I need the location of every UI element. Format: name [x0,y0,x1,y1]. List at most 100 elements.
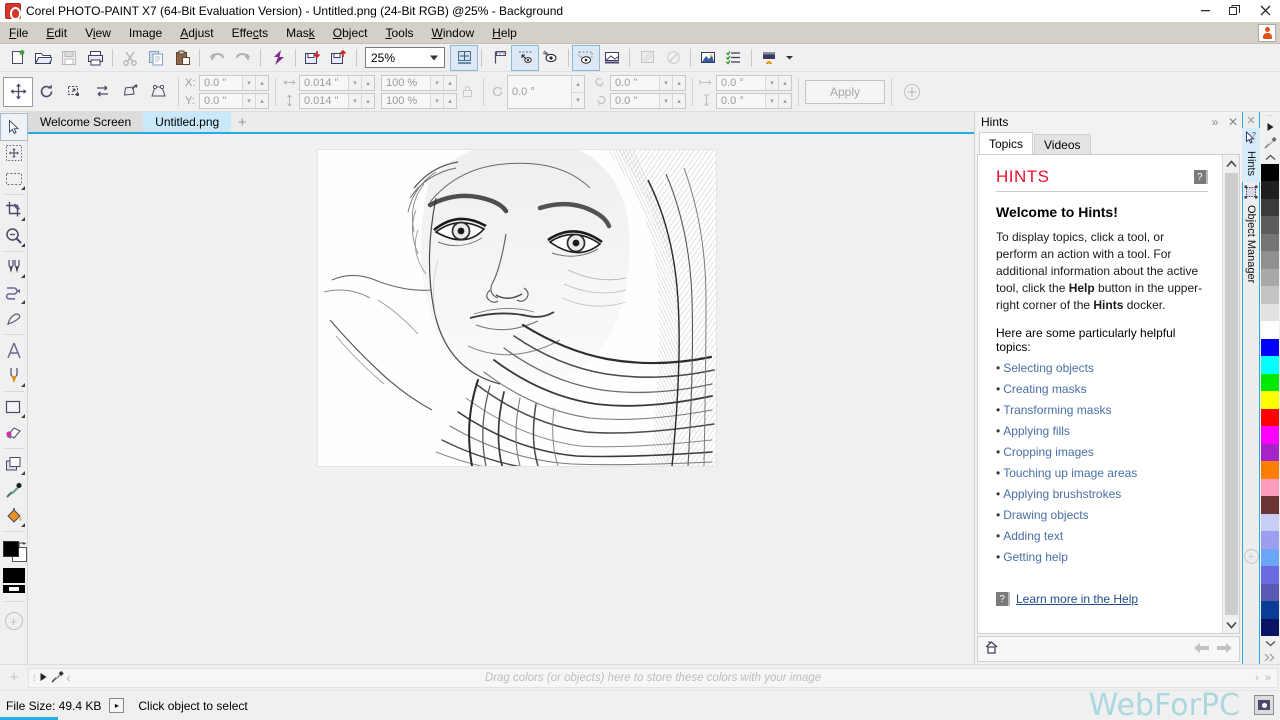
menu-view[interactable]: View [76,23,120,43]
scale-vertical-spinner[interactable]: ▾ ▴ [430,93,456,108]
canvas-area[interactable] [28,134,974,664]
swatch[interactable] [1261,408,1279,427]
paint-tool[interactable] [1,363,27,389]
swap-colors-icon[interactable] [18,539,26,547]
transparency-flyout-arrow[interactable] [20,471,25,475]
rectangle-mask-tool[interactable] [1,166,27,192]
swatch[interactable] [1261,216,1279,234]
scale-horizontal-spinner[interactable]: ▾ ▴ [430,75,456,90]
swatch[interactable] [1261,233,1279,252]
topic-drawing-objects[interactable]: • Drawing objects [996,508,1208,522]
foreground-background-color-well[interactable] [1,539,27,565]
scrollbar-thumb[interactable] [1224,173,1238,615]
add-docker-button[interactable]: + [1243,549,1259,564]
image-adjustment-lab-button[interactable] [695,46,721,70]
topic-link[interactable]: Cropping images [1003,445,1094,459]
topic-getting-help[interactable]: • Getting help [996,550,1208,564]
topic-creating-masks[interactable]: • Creating masks [996,382,1208,396]
learn-more-link[interactable]: Learn more in the Help [1016,592,1138,606]
perspective-mode-button[interactable] [144,78,172,106]
swatch[interactable] [1261,164,1279,182]
position-y-input[interactable]: 0.0 " ▾ ▴ [199,92,269,109]
swatch[interactable] [1261,268,1279,287]
position-x-spinner[interactable]: ▾ ▴ [242,75,268,90]
paint-flyout-arrow[interactable] [20,383,25,387]
export-button[interactable] [326,46,352,70]
document-tab-untitled-png[interactable]: Untitled.png [143,112,232,132]
crop-flyout-arrow[interactable] [20,217,25,221]
swatch[interactable] [1261,513,1279,532]
add-tool-button[interactable]: + [4,612,23,630]
menu-adjust[interactable]: Adjust [171,23,222,43]
save-document-button[interactable] [56,46,82,70]
topic-cropping-images[interactable]: • Cropping images [996,445,1208,459]
topic-link[interactable]: Selecting objects [1003,361,1094,375]
crop-tool[interactable] [1,197,27,223]
image-palette-well[interactable]: ⁞ ‹ Drag colors (or objects) here to sto… [28,667,1278,688]
redo-button[interactable] [230,46,256,70]
color-proof-monitor-icon[interactable] [1254,695,1274,715]
swatch[interactable] [1261,583,1279,602]
eyedropper-tool[interactable] [1,477,27,503]
foreground-color-swatch[interactable] [2,541,19,557]
docker-collapse-icon[interactable]: » [1206,113,1224,131]
arrow-left-icon[interactable] [1193,641,1210,657]
effect-flyout-arrow[interactable] [20,300,25,304]
topic-selecting-objects[interactable]: • Selecting objects [996,361,1208,375]
document-tab-welcome-screen[interactable]: Welcome Screen [28,112,144,132]
skew-mode-button[interactable] [88,78,116,106]
object-transparency-tool[interactable] [1,451,27,477]
text-tool[interactable] [1,337,27,363]
rail-tab-hints[interactable]: ? Hints [1242,128,1260,183]
minimize-button[interactable] [1190,0,1220,22]
swatch[interactable] [1261,303,1279,322]
clone-tool[interactable] [1,254,27,280]
swatch[interactable] [1261,338,1279,357]
new-document-button[interactable] [4,46,30,70]
red-eye-removal-tool[interactable] [1,306,27,332]
lock-aspect-ratio-button[interactable] [457,78,477,106]
clone-flyout-arrow[interactable] [20,274,25,278]
menu-mask[interactable]: Mask [277,23,324,43]
import-button[interactable] [300,46,326,70]
docker-close-icon[interactable]: ✕ [1224,113,1242,131]
zoom-level-combobox[interactable]: 25% [365,47,445,68]
swatch[interactable] [1261,251,1279,269]
distort-mode-button[interactable] [116,78,144,106]
swatch[interactable] [1261,461,1279,479]
topic-applying-fills[interactable]: • Applying fills [996,424,1208,438]
palette-scroll-down-icon[interactable] [1261,636,1279,650]
arrow-right-icon[interactable] [1216,641,1233,657]
menu-file[interactable]: File [0,23,37,43]
show-guidelines-button[interactable] [511,44,539,71]
swatch[interactable] [1261,496,1279,514]
rail-tab-object-manager[interactable]: Object Manager [1242,182,1260,289]
scroll-up-icon[interactable] [1223,155,1240,172]
launcher-dropdown-button[interactable] [782,46,796,70]
width-spinner[interactable]: ▾ ▴ [348,75,374,90]
topic-applying-brushstrokes[interactable]: • Applying brushstrokes [996,487,1208,501]
fill-color-swatch[interactable] [2,568,25,583]
mask-transform-tool[interactable] [1,140,27,166]
close-button[interactable] [1250,0,1280,22]
rulers-toggle-button[interactable] [486,46,512,70]
topic-link[interactable]: Creating masks [1003,382,1086,396]
topic-adding-text[interactable]: • Adding text [996,529,1208,543]
swatch[interactable] [1261,426,1279,444]
skew-horizontal-input[interactable]: 0.0 ° ▾ ▴ [716,74,792,91]
copy-button[interactable] [143,46,169,70]
topic-link[interactable]: Drawing objects [1003,508,1088,522]
swatch[interactable] [1261,443,1279,462]
rotate-mode-button[interactable] [32,78,60,106]
skew-vertical-spinner[interactable]: ▾ ▴ [765,93,791,108]
show-page-border-button[interactable] [599,46,625,70]
undo-button[interactable] [204,46,230,70]
apply-button[interactable]: Apply [805,79,885,104]
effect-tool[interactable] [1,280,27,306]
fill-tool[interactable] [1,503,27,529]
scale-mode-button[interactable] [60,78,88,106]
menu-object[interactable]: Object [324,23,377,43]
position-y-spinner[interactable]: ▾ ▴ [242,93,268,108]
swatch[interactable] [1261,198,1279,217]
topic-link[interactable]: Applying brushstrokes [1003,487,1121,501]
